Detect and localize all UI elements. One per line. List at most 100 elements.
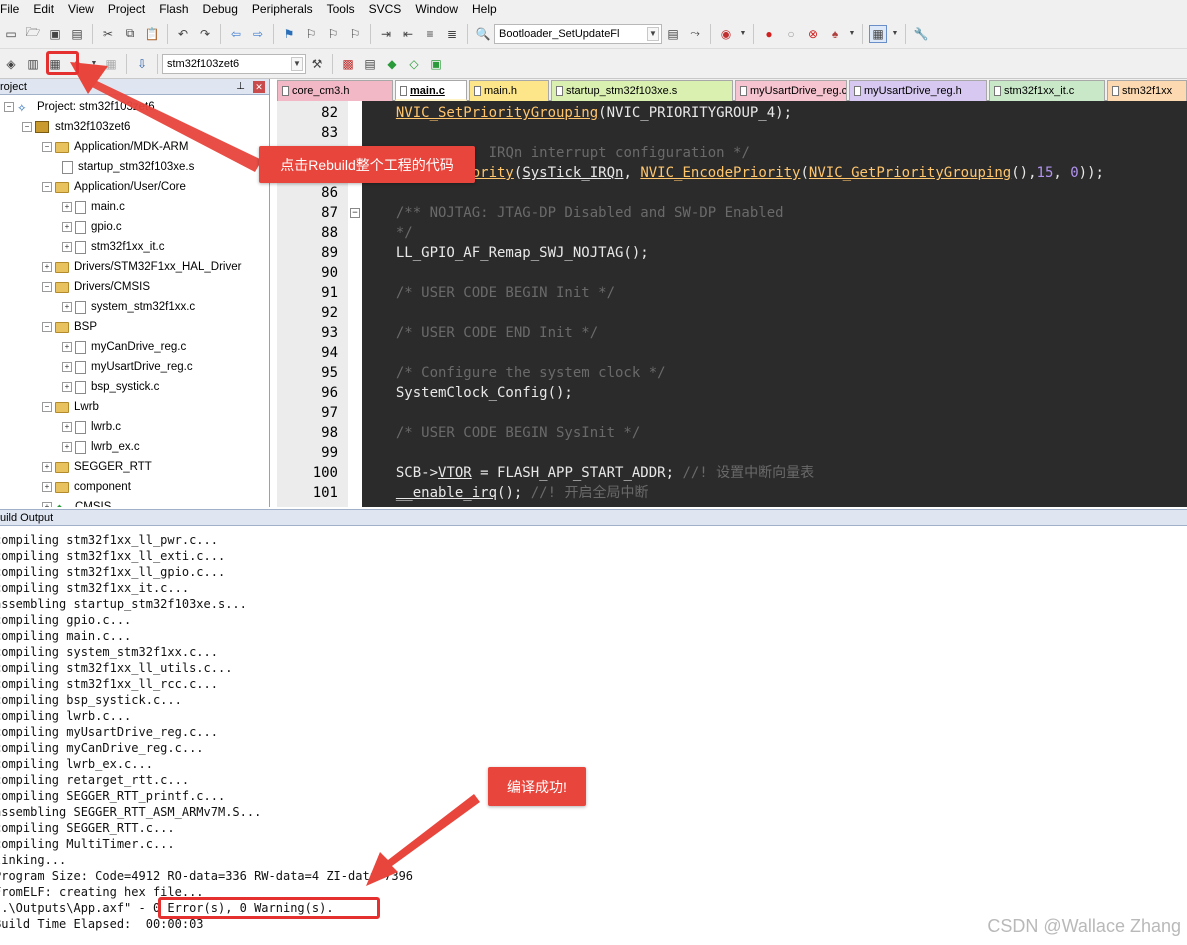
- nav-forward-icon[interactable]: ⇨: [249, 25, 267, 43]
- expand-toggle-icon[interactable]: +: [62, 422, 72, 432]
- expand-toggle-icon[interactable]: +: [42, 502, 52, 507]
- tab-main-h[interactable]: main.h: [469, 80, 549, 101]
- tree-item[interactable]: + SEGGER_RTT: [42, 457, 152, 477]
- menu-item-peripherals[interactable]: Peripherals: [245, 0, 320, 19]
- expand-toggle-icon[interactable]: +: [62, 202, 72, 212]
- bookmark-prev-icon[interactable]: ⚐: [302, 25, 320, 43]
- menu-item-debug[interactable]: Debug: [196, 0, 245, 19]
- collapse-toggle-icon[interactable]: −: [42, 322, 52, 332]
- tree-item[interactable]: + stm32f1xx_it.c: [62, 237, 165, 257]
- download-icon[interactable]: ⇩: [133, 55, 151, 73]
- menu-item-help[interactable]: Help: [465, 0, 504, 19]
- select-pack-icon[interactable]: ▤: [361, 55, 379, 73]
- debug-session-icon[interactable]: ◉: [717, 25, 735, 43]
- tree-item[interactable]: − BSP: [42, 317, 97, 337]
- breakpoint-disable-icon[interactable]: ○: [782, 25, 800, 43]
- incremental-find-icon[interactable]: ⤳: [686, 25, 704, 43]
- collapse-toggle-icon[interactable]: −: [4, 102, 14, 112]
- fold-toggle-icon[interactable]: −: [350, 208, 360, 218]
- tree-item[interactable]: + lwrb.c: [62, 417, 121, 437]
- expand-toggle-icon[interactable]: +: [62, 302, 72, 312]
- tab-stm32f1xx[interactable]: stm32f1xx: [1107, 80, 1187, 101]
- tab-stm32f1xx-it-c[interactable]: stm32f1xx_it.c: [989, 80, 1105, 101]
- menu-item-file[interactable]: File: [0, 0, 26, 19]
- tree-item[interactable]: + bsp_systick.c: [62, 377, 159, 397]
- save-all-icon[interactable]: ▤: [68, 25, 86, 43]
- close-icon[interactable]: ✕: [253, 81, 265, 93]
- find-in-files-icon[interactable]: 🔍: [474, 25, 492, 43]
- breakpoint-icon[interactable]: ●: [760, 25, 778, 43]
- tree-item[interactable]: + myCanDrive_reg.c: [62, 337, 186, 357]
- tree-item[interactable]: − Application/MDK-ARM: [42, 137, 188, 157]
- expand-toggle-icon[interactable]: +: [42, 482, 52, 492]
- tab-main-c[interactable]: main.c: [395, 80, 467, 101]
- unindent-icon[interactable]: ⇤: [399, 25, 417, 43]
- chevron-down-icon[interactable]: ▼: [739, 25, 747, 43]
- find-combo[interactable]: Bootloader_SetUpdateFl ▼: [494, 23, 662, 44]
- tree-item[interactable]: + lwrb_ex.c: [62, 437, 140, 457]
- tree-item[interactable]: + Drivers/STM32F1xx_HAL_Driver: [42, 257, 241, 277]
- build-icon[interactable]: ▥: [24, 55, 42, 73]
- find-icon[interactable]: ▤: [664, 25, 682, 43]
- expand-toggle-icon[interactable]: +: [62, 382, 72, 392]
- manage-components-icon[interactable]: ▩: [339, 55, 357, 73]
- chevron-down-icon[interactable]: ▼: [891, 25, 899, 43]
- bookmark-icon[interactable]: ⚑: [280, 25, 298, 43]
- expand-toggle-icon[interactable]: +: [42, 462, 52, 472]
- translate-icon[interactable]: ◈: [2, 55, 20, 73]
- menu-item-project[interactable]: Project: [101, 0, 152, 19]
- stop-build-icon[interactable]: ▦: [102, 55, 120, 73]
- tree-item[interactable]: − stm32f103zet6: [22, 117, 130, 137]
- expand-toggle-icon[interactable]: +: [62, 362, 72, 372]
- expand-toggle-icon[interactable]: +: [62, 342, 72, 352]
- target-options-icon[interactable]: ⚒: [308, 55, 326, 73]
- tree-item[interactable]: + myUsartDrive_reg.c: [62, 357, 193, 377]
- tab-myusartdrive-reg-c[interactable]: myUsartDrive_reg.c: [735, 80, 847, 101]
- tab-core-cm3-h[interactable]: core_cm3.h: [277, 80, 393, 101]
- collapse-toggle-icon[interactable]: −: [42, 282, 52, 292]
- collapse-toggle-icon[interactable]: −: [42, 182, 52, 192]
- pin-icon[interactable]: ⊥: [236, 79, 245, 95]
- chevron-down-icon[interactable]: ▼: [291, 56, 303, 71]
- collapse-toggle-icon[interactable]: −: [42, 402, 52, 412]
- window-layout-icon[interactable]: ▦: [869, 24, 887, 43]
- menu-item-edit[interactable]: Edit: [26, 0, 61, 19]
- copy-icon[interactable]: ⧉: [121, 25, 139, 43]
- breakpoint-kill-icon[interactable]: ⊗: [804, 25, 822, 43]
- collapse-toggle-icon[interactable]: −: [22, 122, 32, 132]
- undo-icon[interactable]: ↶: [174, 25, 192, 43]
- chevron-down-icon[interactable]: ▼: [647, 26, 659, 41]
- menu-item-tools[interactable]: Tools: [320, 0, 362, 19]
- menu-item-window[interactable]: Window: [408, 0, 465, 19]
- expand-toggle-icon[interactable]: +: [62, 242, 72, 252]
- redo-icon[interactable]: ↷: [196, 25, 214, 43]
- target-select[interactable]: stm32f103zet6 ▼: [162, 53, 306, 74]
- build-output-log[interactable]: compiling stm32f1xx_ll_pwr.c... compiling…: [0, 531, 1187, 945]
- tab-startup-stm32f103xe-s[interactable]: startup_stm32f103xe.s: [551, 80, 733, 101]
- menu-item-view[interactable]: View: [61, 0, 101, 19]
- pack-installer-icon[interactable]: ◇: [405, 55, 423, 73]
- tree-item[interactable]: − Drivers/CMSIS: [42, 277, 150, 297]
- wrench-icon[interactable]: 🔧: [912, 25, 930, 43]
- open-folder-icon[interactable]: 🗁: [24, 25, 42, 43]
- expand-toggle-icon[interactable]: +: [62, 222, 72, 232]
- nav-back-icon[interactable]: ⇦: [227, 25, 245, 43]
- tree-item[interactable]: +◆ CMSIS: [42, 497, 111, 507]
- expand-toggle-icon[interactable]: +: [62, 442, 72, 452]
- tree-item[interactable]: − Application/User/Core: [42, 177, 186, 197]
- tree-item[interactable]: + system_stm32f1xx.c: [62, 297, 195, 317]
- cut-icon[interactable]: ✂: [99, 25, 117, 43]
- chevron-down-icon[interactable]: ▼: [90, 55, 98, 73]
- new-file-icon[interactable]: ▭: [2, 25, 20, 43]
- tree-item[interactable]: startup_stm32f103xe.s: [62, 157, 194, 177]
- tree-item[interactable]: + gpio.c: [62, 217, 122, 237]
- tree-item[interactable]: − Lwrb: [42, 397, 99, 417]
- bookmark-next-icon[interactable]: ⚐: [324, 25, 342, 43]
- file-extensions-icon[interactable]: ◆: [383, 55, 401, 73]
- uncomment-icon[interactable]: ≣: [443, 25, 461, 43]
- chevron-down-icon[interactable]: ▼: [848, 25, 856, 43]
- tab-myusartdrive-reg-h[interactable]: myUsartDrive_reg.h: [849, 80, 987, 101]
- menu-item-svcs[interactable]: SVCS: [362, 0, 409, 19]
- comment-icon[interactable]: ≡: [421, 25, 439, 43]
- paste-icon[interactable]: 📋: [143, 25, 161, 43]
